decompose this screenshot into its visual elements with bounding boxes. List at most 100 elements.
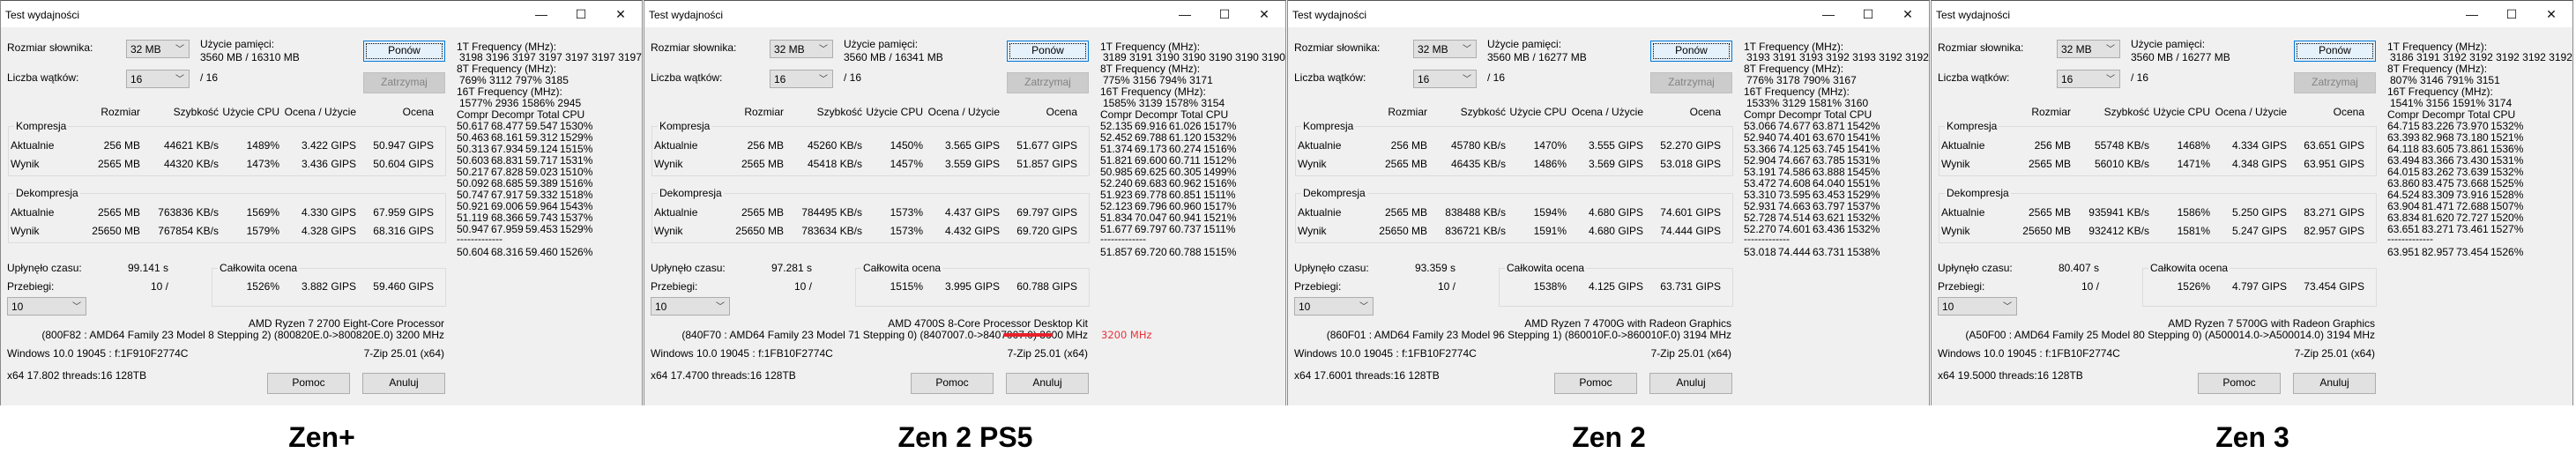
help-button[interactable]: Pomoc xyxy=(1554,373,1637,394)
maximize-button[interactable]: ☐ xyxy=(1211,4,1238,24)
dictionary-size-select[interactable]: 32 MB ﹀ xyxy=(2057,40,2120,58)
help-button[interactable]: Pomoc xyxy=(2198,373,2281,394)
passes-select-value: 10 xyxy=(1942,301,1954,313)
run-cell: 59.717 xyxy=(525,154,558,167)
memory-usage-value: 3560 MB / 16277 MB xyxy=(2131,51,2230,63)
total-cell: 3.882 GIPS xyxy=(301,280,356,293)
close-button[interactable]: ✕ xyxy=(1251,4,1277,24)
run-row: 64.524 83.309 73.916 1528% xyxy=(2387,189,2537,201)
run-cell: 61.026 xyxy=(1169,120,1202,132)
freq-8t-values: 807% 3146 791% 3151 xyxy=(2390,74,2500,86)
run-cell: 52.135 xyxy=(1100,120,1133,132)
result-cell: 1468% xyxy=(2177,139,2210,152)
column-header: Ocena xyxy=(1689,106,1721,118)
row-label: Aktualnie xyxy=(654,139,698,152)
result-cell: 932412 KB/s xyxy=(2088,225,2149,237)
row-label: Aktualnie xyxy=(11,206,55,219)
threads-select[interactable]: 16 ﹀ xyxy=(1413,70,1477,88)
cpu-frequency-annotation: 3200 MHz xyxy=(1101,329,1152,341)
run-cell: 1529% xyxy=(560,131,593,144)
run-cell: 73.916 xyxy=(2456,189,2489,201)
passes-select[interactable]: 10 ﹀ xyxy=(1938,297,2017,316)
run-cell: 1532% xyxy=(1847,223,1880,235)
run-cell: 73.639 xyxy=(2456,166,2489,178)
passes-select[interactable]: 10 ﹀ xyxy=(651,297,730,316)
minimize-button[interactable]: — xyxy=(528,4,555,24)
column-header: Szybkość xyxy=(1460,106,1506,118)
restart-button[interactable]: Ponów xyxy=(2294,41,2376,62)
minimize-button[interactable]: — xyxy=(1172,4,1198,24)
run-cell: 1511% xyxy=(1203,189,1236,201)
column-header: Szybkość xyxy=(2103,106,2149,118)
help-button[interactable]: Pomoc xyxy=(267,373,350,394)
cancel-button[interactable]: Anuluj xyxy=(362,373,445,394)
result-cell: 1594% xyxy=(1533,206,1567,219)
run-row: 52.135 69.916 61.026 1517% xyxy=(1100,120,1250,132)
run-cell: 59.743 xyxy=(525,212,558,224)
run-row: 51.923 69.778 60.851 1511% xyxy=(1100,189,1250,201)
run-total-cell: 63.731 xyxy=(1813,246,1845,258)
elapsed-value: 93.359 s xyxy=(1414,262,1456,274)
runs-header: Compr Decompr Total CPU xyxy=(2387,108,2516,121)
os-info: Windows 10.0 19045 : f:1FB10F2774C xyxy=(651,347,833,360)
run-cell: 69.173 xyxy=(1135,143,1167,155)
row-label: Aktualnie xyxy=(1298,206,1342,219)
help-button[interactable]: Pomoc xyxy=(911,373,994,394)
threads-select[interactable]: 16 ﹀ xyxy=(126,70,190,88)
runs-separator: ------------- xyxy=(2387,233,2433,245)
cancel-button[interactable]: Anuluj xyxy=(1649,373,1732,394)
total-cell: 4.797 GIPS xyxy=(2231,280,2287,293)
row-label: Wynik xyxy=(1941,225,1970,237)
result-cell: 1470% xyxy=(1533,139,1567,152)
dictionary-size-select[interactable]: 32 MB ﹀ xyxy=(770,40,833,58)
run-cell: 64.040 xyxy=(1813,177,1845,189)
restart-button[interactable]: Ponów xyxy=(1007,41,1089,62)
group-label: Dekompresja xyxy=(658,187,724,199)
run-cell: 63.670 xyxy=(1813,131,1845,144)
result-cell: 25650 MB xyxy=(735,225,784,237)
close-button[interactable]: ✕ xyxy=(1895,4,1921,24)
close-button[interactable]: ✕ xyxy=(2538,4,2565,24)
elapsed-label: Upłynęło czasu: xyxy=(7,262,82,274)
run-row: 52.123 69.796 60.960 1517% xyxy=(1100,200,1250,212)
close-button[interactable]: ✕ xyxy=(607,4,634,24)
minimize-button[interactable]: — xyxy=(2459,4,2485,24)
column-header: Rozmiar xyxy=(1388,106,1427,118)
window-title: Test wydajności xyxy=(1936,9,2011,21)
run-cell: 1518% xyxy=(560,189,593,201)
run-cell: 60.711 xyxy=(1169,154,1201,167)
version-info: 7-Zip 25.01 (x64) xyxy=(2294,347,2375,360)
passes-select[interactable]: 10 ﹀ xyxy=(1294,297,1374,316)
freq-8t-values: 776% 3178 790% 3167 xyxy=(1746,74,1857,86)
maximize-button[interactable]: ☐ xyxy=(2498,4,2525,24)
dictionary-size-select[interactable]: 32 MB ﹀ xyxy=(126,40,190,58)
result-cell: 838488 KB/s xyxy=(1445,206,1506,219)
freq-8t-label: 8T Frequency (MHz): xyxy=(2387,63,2488,75)
passes-select[interactable]: 10 ﹀ xyxy=(7,297,86,316)
threads-select[interactable]: 16 ﹀ xyxy=(770,70,833,88)
result-cell: 1579% xyxy=(246,225,279,237)
minimize-button[interactable]: — xyxy=(1815,4,1842,24)
version-info: 7-Zip 25.01 (x64) xyxy=(363,347,444,360)
maximize-button[interactable]: ☐ xyxy=(568,4,594,24)
result-cell: 1581% xyxy=(2177,225,2210,237)
cancel-button[interactable]: Anuluj xyxy=(2293,373,2376,394)
restart-button[interactable]: Ponów xyxy=(1650,41,1732,62)
run-cell: 73.861 xyxy=(2456,143,2489,155)
run-cell: 50.603 xyxy=(457,154,489,167)
chevron-down-icon: ﹀ xyxy=(72,302,81,312)
run-cell: 53.066 xyxy=(1744,120,1776,132)
maximize-button[interactable]: ☐ xyxy=(1855,4,1881,24)
run-row: 63.860 83.475 73.668 1525% xyxy=(2387,177,2537,189)
row-label: Wynik xyxy=(11,225,40,237)
threads-select[interactable]: 16 ﹀ xyxy=(2057,70,2120,88)
run-cell: 52.240 xyxy=(1100,177,1133,189)
column-header: Ocena / Użycie xyxy=(1571,106,1643,118)
cpu-id: (860F01 : AMD64 Family 23 Model 96 Stepp… xyxy=(1326,329,1731,341)
restart-button[interactable]: Ponów xyxy=(363,41,445,62)
total-cell: 59.460 GIPS xyxy=(373,280,434,293)
cancel-button[interactable]: Anuluj xyxy=(1006,373,1089,394)
run-cell: 73.180 xyxy=(2456,131,2489,144)
run-cell: 74.514 xyxy=(1778,212,1811,224)
dictionary-size-select[interactable]: 32 MB ﹀ xyxy=(1413,40,1477,58)
